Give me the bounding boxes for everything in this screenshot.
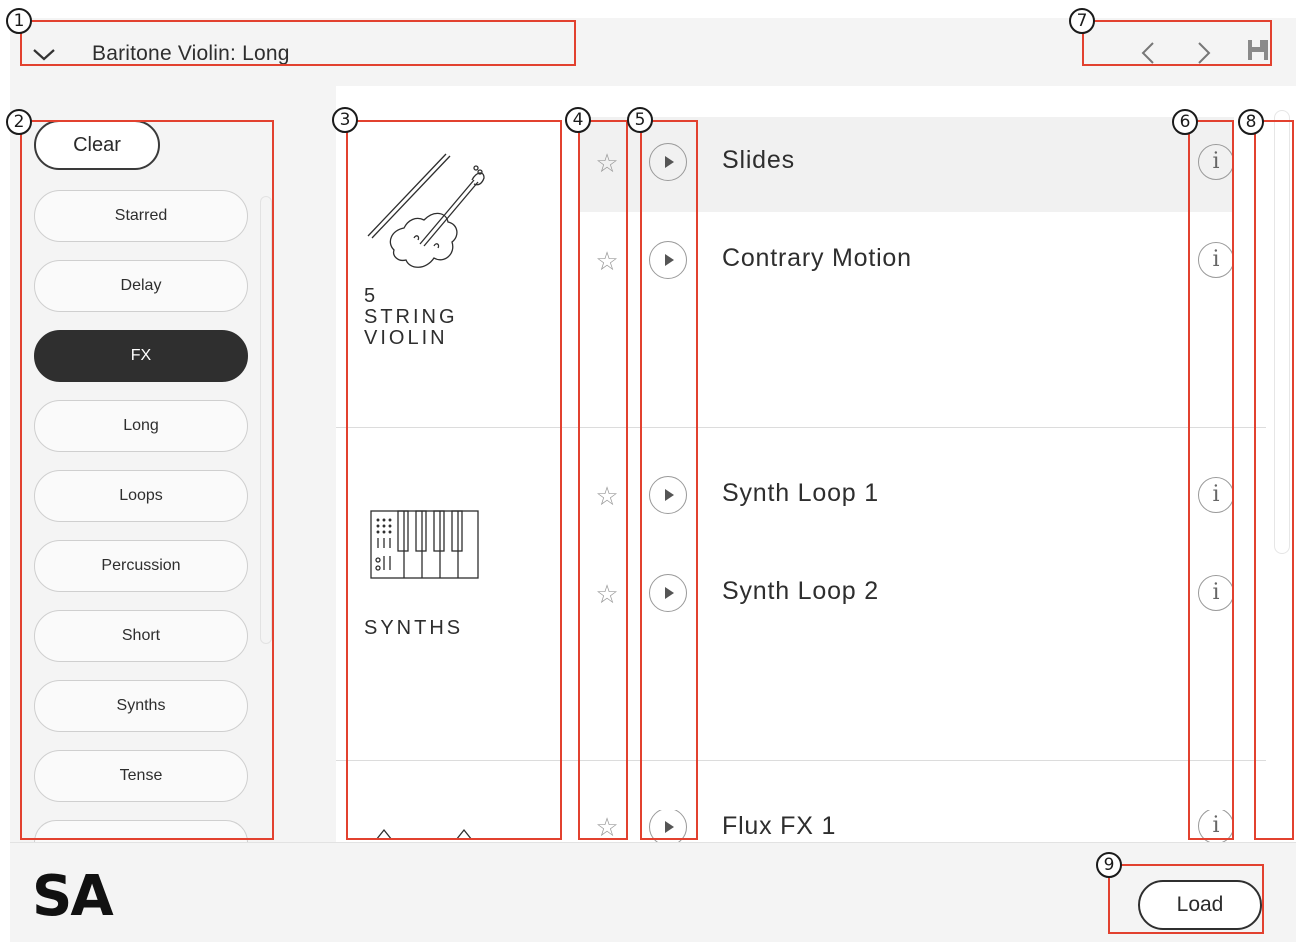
preset-title[interactable]: Baritone Violin: Long — [92, 42, 290, 66]
info-icon[interactable]: i — [1198, 144, 1234, 180]
callout-number: 9 — [1096, 852, 1122, 878]
callout-number: 8 — [1238, 109, 1264, 135]
tag-short[interactable]: Short — [34, 610, 248, 662]
star-icon[interactable]: ☆ — [592, 579, 622, 610]
chevron-down-icon[interactable] — [32, 48, 56, 67]
info-icon[interactable]: i — [1198, 477, 1234, 513]
category-label-line: VIOLIN — [364, 327, 448, 349]
callout-number: 4 — [565, 107, 591, 133]
category-divider — [336, 427, 1266, 428]
tag-synths[interactable]: Synths — [34, 680, 248, 732]
tag-starred[interactable]: Starred — [34, 190, 248, 242]
preset-name[interactable]: Synth Loop 2 — [722, 577, 879, 606]
synth-keyboard-icon — [370, 510, 480, 585]
star-icon[interactable]: ☆ — [592, 148, 622, 179]
category-divider — [336, 760, 1266, 761]
preset-name[interactable]: Synth Loop 1 — [722, 479, 879, 508]
preset-name[interactable]: Slides — [722, 146, 795, 175]
star-icon[interactable]: ☆ — [592, 481, 622, 512]
info-icon[interactable]: i — [1198, 575, 1234, 611]
star-icon[interactable]: ☆ — [592, 812, 622, 842]
tag-loops[interactable]: Loops — [34, 470, 248, 522]
tag-long[interactable]: Long — [34, 400, 248, 452]
preset-name[interactable]: Flux FX 1 — [722, 812, 836, 841]
play-preview-button[interactable] — [649, 574, 687, 612]
tag-fx[interactable]: FX — [34, 330, 248, 382]
tag-scrollbar[interactable] — [260, 196, 272, 644]
callout-number: 2 — [6, 109, 32, 135]
partial-row-clip: ☆ Flux FX 1 i — [578, 810, 1278, 842]
callout-number: 1 — [6, 8, 32, 34]
info-icon[interactable]: i — [1198, 810, 1234, 842]
callout-number: 7 — [1069, 8, 1095, 34]
tag-tense[interactable]: Tense — [34, 750, 248, 802]
load-button[interactable]: Load — [1138, 880, 1262, 930]
violin-icon — [364, 150, 490, 279]
category-label-line: 5 — [364, 285, 379, 307]
tag-delay[interactable]: Delay — [34, 260, 248, 312]
preset-list-scrollbar[interactable] — [1274, 110, 1290, 554]
annotation-box — [578, 120, 628, 840]
play-preview-button[interactable] — [649, 143, 687, 181]
play-preview-button[interactable] — [649, 241, 687, 279]
star-icon[interactable]: ☆ — [592, 246, 622, 277]
callout-number: 5 — [627, 107, 653, 133]
category-label-line: SYNTHS — [364, 617, 464, 639]
callout-number: 6 — [1172, 109, 1198, 135]
brand-logo: SA — [32, 864, 114, 929]
tag-partial[interactable] — [34, 820, 248, 842]
chevron-left-icon[interactable] — [1138, 40, 1158, 71]
preset-name[interactable]: Contrary Motion — [722, 244, 912, 273]
save-icon[interactable] — [1246, 38, 1270, 67]
play-preview-button[interactable] — [649, 810, 687, 842]
tag-percussion[interactable]: Percussion — [34, 540, 248, 592]
info-icon[interactable]: i — [1198, 242, 1234, 278]
category-label-line: STRING — [364, 306, 458, 328]
play-preview-button[interactable] — [649, 476, 687, 514]
chevron-right-icon[interactable] — [1194, 40, 1214, 71]
callout-number: 3 — [332, 107, 358, 133]
clear-filters-button[interactable]: Clear — [34, 120, 160, 170]
